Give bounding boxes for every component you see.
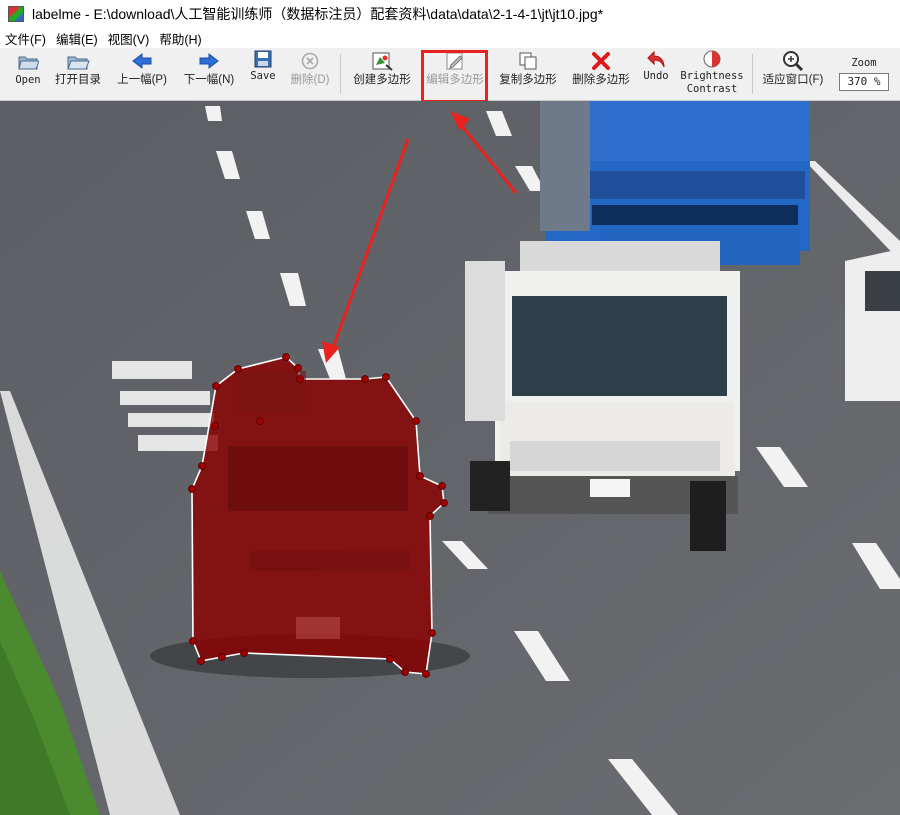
white-truck — [465, 241, 740, 551]
brightness-contrast-icon — [702, 48, 722, 70]
fit-window-label: 适应窗口(F) — [762, 74, 824, 86]
floppy-disk-icon — [254, 48, 272, 70]
copy-icon — [518, 48, 538, 74]
brightness-contrast-button[interactable]: Brightness Contrast — [680, 48, 744, 100]
open-button[interactable]: Open — [12, 48, 44, 100]
save-button[interactable]: Save — [248, 48, 278, 100]
zoom-input[interactable]: 370 % — [839, 73, 889, 91]
contrast-label: Contrast — [686, 83, 738, 95]
arrow-right-icon — [198, 48, 220, 74]
create-polygon-icon — [371, 48, 393, 74]
open-dir-button[interactable]: 打开目录 — [50, 48, 106, 100]
undo-arrow-icon — [646, 48, 666, 70]
edit-polygon-highlight-box — [421, 50, 488, 103]
delete-polygon-label: 删除多边形 — [572, 74, 630, 86]
prev-image-button[interactable]: 上一幅(P) — [114, 48, 170, 100]
prev-image-label: 上一幅(P) — [117, 74, 167, 86]
fit-window-button[interactable]: 适应窗口(F) — [760, 48, 826, 100]
delete-file-label: 删除(D) — [290, 74, 330, 86]
title-bar: labelme - E:\download\人工智能训练师（数据标注员）配套资料… — [0, 0, 900, 28]
delete-polygon-button[interactable]: 删除多边形 — [569, 48, 633, 100]
open-label: Open — [15, 74, 41, 86]
window-title: labelme - E:\download\人工智能训练师（数据标注员）配套资料… — [32, 6, 604, 22]
open-dir-label: 打开目录 — [55, 74, 101, 86]
road-scene-image — [0, 101, 900, 815]
undo-button[interactable]: Undo — [640, 48, 672, 100]
arrow-left-icon — [131, 48, 153, 74]
brightness-label: Brightness — [680, 70, 744, 82]
copy-polygon-button[interactable]: 复制多边形 — [496, 48, 560, 100]
blue-truck — [540, 101, 810, 265]
delete-circle-icon — [301, 48, 319, 74]
save-label: Save — [250, 70, 276, 82]
labelme-app-icon — [8, 6, 24, 22]
menu-help[interactable]: 帮助(H) — [154, 29, 206, 48]
toolbar-separator — [752, 54, 753, 94]
delete-file-button[interactable]: 删除(D) — [288, 48, 332, 100]
zoom-label: Zoom — [851, 57, 877, 69]
menu-bar: 文件(F) 编辑(E) 视图(V) 帮助(H) — [0, 28, 900, 48]
zoom-fit-icon — [782, 48, 804, 74]
create-polygon-button[interactable]: 创建多边形 — [350, 48, 414, 100]
red-x-icon — [591, 48, 611, 74]
next-image-button[interactable]: 下一幅(N) — [181, 48, 237, 100]
image-canvas[interactable] — [0, 101, 900, 815]
toolbar-separator — [340, 54, 341, 94]
undo-label: Undo — [643, 70, 669, 82]
copy-polygon-label: 复制多边形 — [499, 74, 557, 86]
menu-edit[interactable]: 编辑(E) — [51, 29, 103, 48]
open-icon — [17, 48, 39, 74]
next-image-label: 下一幅(N) — [183, 74, 235, 86]
menu-view[interactable]: 视图(V) — [103, 29, 155, 48]
open-folder-icon — [66, 48, 90, 74]
menu-file[interactable]: 文件(F) — [0, 29, 51, 48]
create-polygon-label: 创建多边形 — [353, 74, 411, 86]
white-car — [845, 249, 900, 401]
zoom-control: Zoom 370 % — [836, 48, 892, 100]
